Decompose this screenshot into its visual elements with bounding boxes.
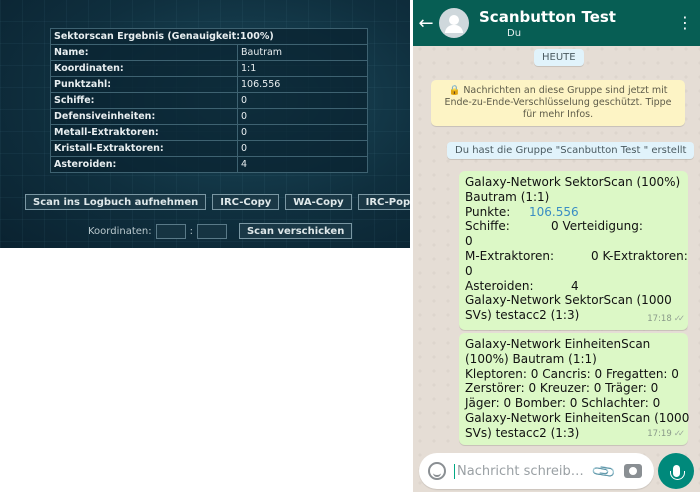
message-line: Jäger: 0 Bomber: 0 Schlachter: 0 [465,396,661,411]
row-value: 4 [237,156,368,173]
table-row: Name: Bautram [50,44,368,61]
wa-copy-button[interactable]: WA-Copy [285,194,352,210]
coordinates-label: Koordinaten: [88,225,152,237]
row-value: 0 [237,124,368,141]
message-composer: Nachricht schreib… 📎 [419,453,654,489]
coordinates-form: Koordinaten: : Scan verschicken [88,223,353,239]
message-line: 0 K-Extraktoren: [591,248,688,263]
message-line: Galaxy-Network EinheitenScan [465,337,651,351]
message-line: Asteroiden: [465,278,534,293]
row-value: 1:1 [237,60,368,77]
message-line: 0 Verteidigung: [551,219,643,234]
double-check-icon: ✓✓ [673,429,685,440]
mic-button[interactable] [658,453,694,489]
message-line: Galaxy-Network EinheitenScan (1000 [465,410,690,425]
group-created-pill: Du hast die Gruppe "Scanbutton Test " er… [447,142,695,159]
send-scan-button[interactable]: Scan verschicken [238,223,353,239]
table-row: Asteroiden: 4 [50,156,368,173]
logbook-button[interactable]: Scan ins Logbuch aufnehmen [25,194,207,210]
row-value: 0 [237,140,368,157]
message-meta: 17:19 ✓✓ [647,427,685,442]
row-value: 106.556 [237,76,368,93]
irc-popup-button[interactable]: IRC-Popup [357,194,410,210]
message-time: 17:19 [647,429,672,440]
table-row: Metall-Extraktoren: 0 [50,124,368,141]
table-row: Kristall-Extraktoren: 0 [50,140,368,157]
message-line: 4 [571,278,579,293]
chat-title-block[interactable]: Scanbutton Test Du [479,8,676,39]
scan-result-table: Sektorscan Ergebnis (Genauigkeit:100%) N… [50,28,368,173]
row-label: Schiffe: [50,92,238,109]
row-label: Name: [50,44,238,61]
message-input[interactable]: Nachricht schreib… [454,463,594,479]
chat-title: Scanbutton Test [479,7,616,26]
message-line: Schiffe: [465,219,510,234]
row-value: 0 [237,108,368,125]
message-line: Kleptoren: 0 Cancris: 0 Fregatten: 0 [465,366,679,381]
back-arrow-icon[interactable]: ← [415,13,437,34]
row-label: Koordinaten: [50,60,238,77]
encryption-notice[interactable]: 🔒 Nachrichten an diese Gruppe sind jetzt… [431,80,685,126]
message-time: 17:18 [647,314,672,325]
planet-input[interactable] [196,223,227,239]
row-value: Bautram [237,44,368,61]
row-value: 0 [237,92,368,109]
overflow-menu-icon[interactable]: ⋮ [676,15,694,31]
row-label: Asteroiden: [50,156,238,173]
message-line: Galaxy-Network SektorScan (1000 [465,293,672,308]
microphone-icon [669,465,685,480]
table-row: Koordinaten: 1:1 [50,60,368,77]
message-line: Zerstörer: 0 Kreuzer: 0 Träger: 0 [465,381,659,396]
message-line: 0 [465,263,473,278]
message-line: Bautram (1:1) [465,189,550,204]
message-meta: 17:18 ✓✓ [647,312,685,327]
table-row: Defensiveinheiten: 0 [50,108,368,125]
whatsapp-chat: ← Scanbutton Test Du ⋮ HEUTE 🔒 Nachricht… [413,0,700,492]
message-bubble[interactable]: Galaxy-Network SektorScan (100%) Bautram… [459,171,688,330]
scan-actions: Scan ins Logbuch aufnehmen IRC-Copy WA-C… [25,194,410,210]
chat-header: ← Scanbutton Test Du ⋮ [413,0,700,46]
group-avatar-icon[interactable] [439,8,469,38]
table-row: Punktzahl: 106.556 [50,76,368,93]
row-label: Punktzahl: [50,76,238,93]
row-label: Kristall-Extraktoren: [50,140,238,157]
camera-icon[interactable] [624,464,642,478]
emoji-icon[interactable] [428,462,446,480]
double-check-icon: ✓✓ [673,314,685,325]
coordinates-separator: : [189,225,193,237]
message-line: M-Extraktoren: [465,248,555,263]
message-line: Punkte: [465,204,511,219]
attachment-icon[interactable]: 📎 [590,457,617,484]
row-label: Defensiveinheiten: [50,108,238,125]
date-pill: HEUTE [534,49,584,66]
chat-subtitle: Du [507,27,522,39]
message-bubble[interactable]: Galaxy-Network EinheitenScan (100%) Baut… [459,333,690,445]
points-link[interactable]: 106.556 [529,205,579,219]
galaxy-input[interactable] [155,223,186,239]
table-row: Schiffe: 0 [50,92,368,109]
scan-panel: Sektorscan Ergebnis (Genauigkeit:100%) N… [0,0,410,248]
scan-title: Sektorscan Ergebnis (Genauigkeit:100%) [50,28,368,45]
message-line: (100%) Bautram (1:1) [465,351,597,366]
message-line: 0 [465,234,473,249]
row-label: Metall-Extraktoren: [50,124,238,141]
message-line: Galaxy-Network SektorScan (100%) [465,175,681,189]
irc-copy-button[interactable]: IRC-Copy [212,194,280,210]
